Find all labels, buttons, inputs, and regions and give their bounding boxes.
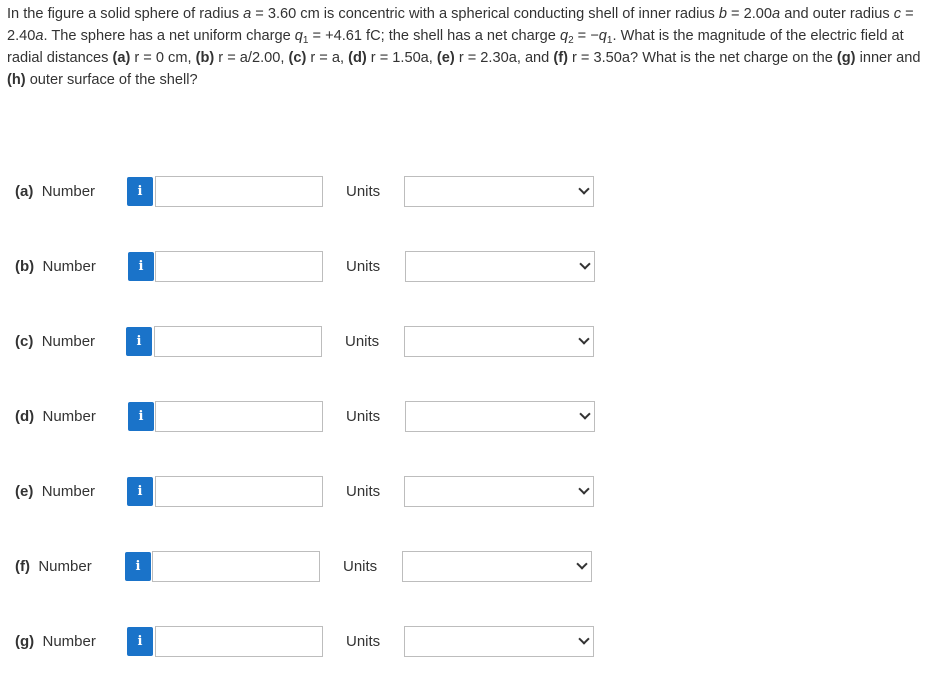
chevron-down-icon (579, 258, 591, 270)
info-icon[interactable]: i (127, 627, 153, 656)
info-icon[interactable]: i (127, 477, 153, 506)
units-label: Units (345, 333, 380, 350)
answer-row-b: (b) Number i Units (0, 250, 939, 283)
units-select[interactable] (404, 626, 594, 657)
chevron-down-icon (576, 558, 588, 570)
problem-text: r = 2.30a, and (454, 50, 554, 66)
answer-row-a: (a) Number i Units (0, 175, 939, 208)
chevron-down-icon (578, 333, 590, 345)
number-input[interactable] (154, 326, 322, 357)
row-label: (e) Number (15, 483, 95, 500)
units-label: Units (346, 408, 381, 425)
row-label: (c) Number (15, 333, 95, 350)
part-label: (b) (15, 258, 35, 275)
var-a: a (35, 28, 44, 44)
var-q: q (598, 28, 607, 44)
units-select[interactable] (405, 251, 595, 282)
part-marker: (f) (553, 50, 568, 66)
answer-row-d: (d) Number i Units (0, 400, 939, 433)
number-input[interactable] (152, 551, 320, 582)
part-marker: (h) (7, 72, 26, 88)
problem-text: r = a/2.00, (214, 50, 289, 66)
chevron-down-icon (578, 483, 590, 495)
problem-text: = +4.61 fC; the shell has a net charge (308, 28, 560, 44)
part-marker: (g) (836, 50, 856, 66)
problem-text: . The sphere has a net uniform charge (43, 28, 295, 44)
units-label: Units (346, 258, 381, 275)
row-label: (a) Number (15, 183, 95, 200)
chevron-down-icon (579, 408, 591, 420)
answer-row-c: (c) Number i Units (0, 325, 939, 358)
row-label: (g) Number (15, 633, 96, 650)
part-label: (e) (15, 483, 34, 500)
units-select[interactable] (405, 401, 595, 432)
var-a: a (772, 6, 781, 22)
number-label: Number (42, 633, 96, 650)
units-select[interactable] (404, 476, 594, 507)
problem-text: r = 3.50a? What is the net charge on the (567, 50, 837, 66)
number-label: Number (41, 333, 96, 350)
info-icon[interactable]: i (127, 177, 153, 206)
problem-text: = 2.00 (726, 6, 773, 22)
answer-row-f: (f) Number i Units (0, 550, 939, 583)
units-select[interactable] (404, 326, 594, 357)
units-label: Units (346, 633, 381, 650)
units-label: Units (343, 558, 378, 575)
problem-text: r = 1.50a, (366, 50, 437, 66)
problem-text: In the figure a solid sphere of radius (7, 6, 244, 22)
row-label: (d) Number (15, 408, 96, 425)
row-label: (f) Number (15, 558, 92, 575)
problem-text: inner and (855, 50, 921, 66)
number-label: Number (42, 258, 96, 275)
units-select[interactable] (404, 176, 594, 207)
problem-text: r = a, (306, 50, 349, 66)
part-marker: (c) (288, 50, 307, 66)
number-label: Number (41, 183, 96, 200)
part-label: (d) (15, 408, 35, 425)
problem-text: = − (573, 28, 599, 44)
units-label: Units (346, 483, 381, 500)
part-marker: (a) (112, 50, 131, 66)
number-input[interactable] (155, 626, 323, 657)
part-label: (c) (15, 333, 34, 350)
info-icon[interactable]: i (128, 252, 154, 281)
number-input[interactable] (155, 251, 323, 282)
problem-text: and outer radius (780, 6, 894, 22)
units-label: Units (346, 183, 381, 200)
var-q: q (559, 28, 569, 44)
var-b: b (718, 6, 727, 22)
info-icon[interactable]: i (126, 327, 152, 356)
info-icon[interactable]: i (125, 552, 151, 581)
var-a: a (243, 6, 252, 22)
problem-text: = 3.60 cm is concentric with a spherical… (251, 6, 719, 22)
part-marker: (d) (348, 50, 367, 66)
part-label: (a) (15, 183, 34, 200)
chevron-down-icon (578, 633, 590, 645)
number-input[interactable] (155, 476, 323, 507)
number-label: Number (38, 558, 92, 575)
number-input[interactable] (155, 176, 323, 207)
info-icon[interactable]: i (128, 402, 154, 431)
part-marker: (e) (436, 50, 455, 66)
units-select[interactable] (402, 551, 592, 582)
chevron-down-icon (578, 183, 590, 195)
part-label: (f) (15, 558, 30, 575)
problem-text: r = 0 cm, (130, 50, 196, 66)
var-c: c (893, 6, 902, 22)
var-q: q (294, 28, 303, 44)
number-label: Number (42, 408, 96, 425)
problem-statement: In the figure a solid sphere of radius a… (7, 3, 935, 91)
number-label: Number (41, 483, 96, 500)
row-label: (b) Number (15, 258, 96, 275)
part-label: (g) (15, 633, 35, 650)
answer-row-g: (g) Number i Units (0, 625, 939, 658)
answer-row-e: (e) Number i Units (0, 475, 939, 508)
part-marker: (b) (195, 50, 215, 66)
problem-text: outer surface of the shell? (25, 72, 198, 88)
number-input[interactable] (155, 401, 323, 432)
